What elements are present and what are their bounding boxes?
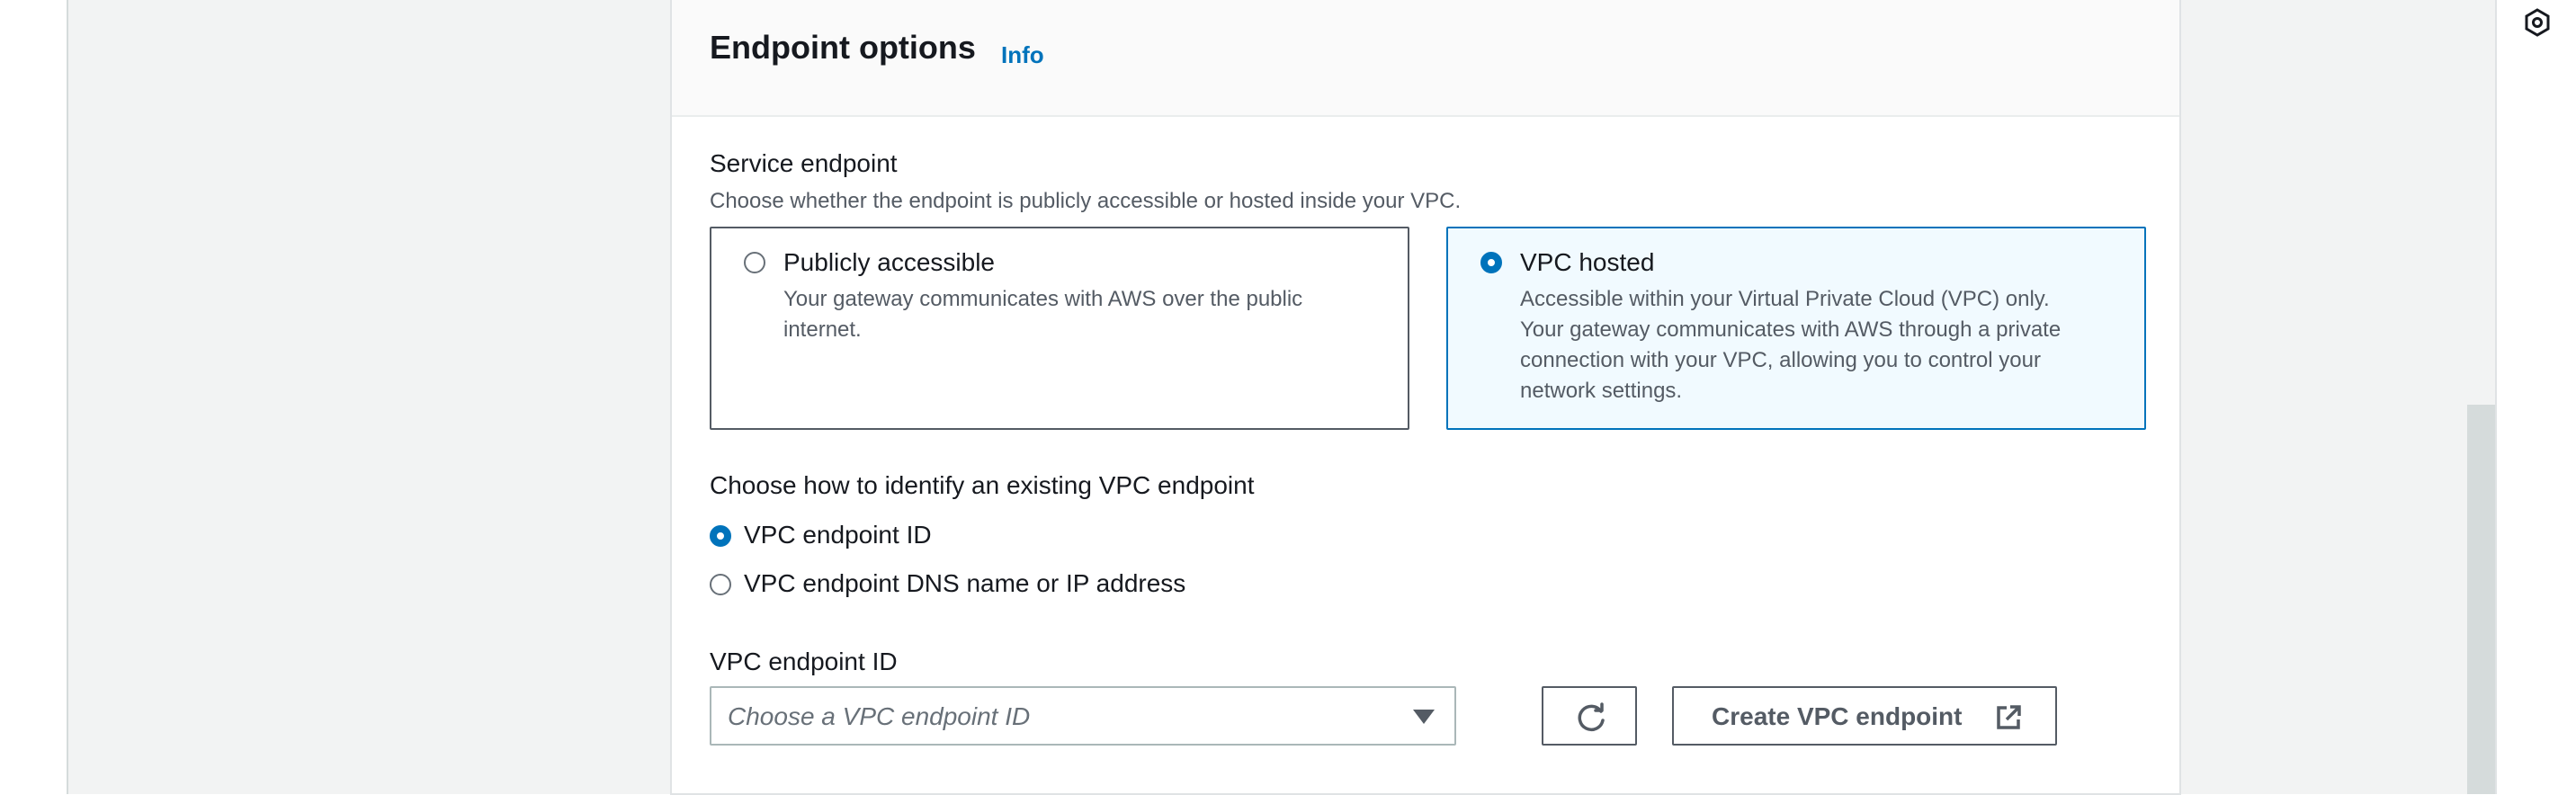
publicly-accessible-desc-line: Your gateway communicates with AWS over … xyxy=(783,287,1303,311)
refresh-button[interactable] xyxy=(1542,686,1637,746)
info-link[interactable]: Info xyxy=(1001,41,1044,69)
vpc-hosted-tile[interactable]: VPC hosted Accessible within your Virtua… xyxy=(1446,227,2146,430)
right-utility-rail xyxy=(2495,0,2576,794)
vpc-endpoint-id-radio[interactable] xyxy=(710,525,731,547)
caret-down-icon xyxy=(1413,710,1435,724)
external-link-icon xyxy=(1997,705,2021,729)
publicly-accessible-tile[interactable]: Publicly accessible Your gateway communi… xyxy=(710,227,1409,430)
hexagon-icon[interactable] xyxy=(2522,7,2553,38)
vpc-endpoint-id-placeholder: Choose a VPC endpoint ID xyxy=(728,702,1031,730)
left-margin xyxy=(0,0,67,794)
create-vpc-endpoint-button[interactable]: Create VPC endpoint xyxy=(1672,686,2057,746)
publicly-accessible-title: Publicly accessible xyxy=(783,248,995,276)
vpc-endpoint-id-field-label: VPC endpoint ID xyxy=(710,648,898,675)
vpc-hosted-desc-line: Accessible within your Virtual Private C… xyxy=(1520,287,2050,311)
vpc-endpoint-dns-option-label[interactable]: VPC endpoint DNS name or IP address xyxy=(744,569,1185,598)
panel-header: Endpoint options Info xyxy=(672,0,2179,117)
vpc-hosted-title: VPC hosted xyxy=(1520,248,1655,276)
identify-endpoint-label: Choose how to identify an existing VPC e… xyxy=(710,471,1255,499)
vpc-hosted-desc-line: network settings. xyxy=(1520,379,1683,403)
vpc-endpoint-id-select[interactable]: Choose a VPC endpoint ID xyxy=(710,686,1456,746)
vpc-hosted-desc-line: connection with your VPC, allowing you t… xyxy=(1520,348,2041,372)
vpc-endpoint-id-option-label[interactable]: VPC endpoint ID xyxy=(744,521,932,549)
publicly-accessible-desc-line: internet. xyxy=(783,317,862,342)
publicly-accessible-radio[interactable] xyxy=(744,252,765,273)
create-vpc-endpoint-label: Create VPC endpoint xyxy=(1712,702,1963,730)
vpc-endpoint-dns-radio[interactable] xyxy=(710,574,731,595)
vpc-hosted-desc-line: Your gateway communicates with AWS throu… xyxy=(1520,317,2062,342)
refresh-icon xyxy=(1578,702,1605,732)
service-endpoint-description: Choose whether the endpoint is publicly … xyxy=(710,189,1462,213)
endpoint-options-panel: Endpoint options Info Service endpoint C… xyxy=(670,0,2181,795)
service-endpoint-label: Service endpoint xyxy=(710,149,898,177)
panel-title: Endpoint options xyxy=(710,29,976,66)
scrollbar-thumb[interactable] xyxy=(2467,405,2495,794)
vpc-hosted-radio[interactable] xyxy=(1480,252,1502,273)
